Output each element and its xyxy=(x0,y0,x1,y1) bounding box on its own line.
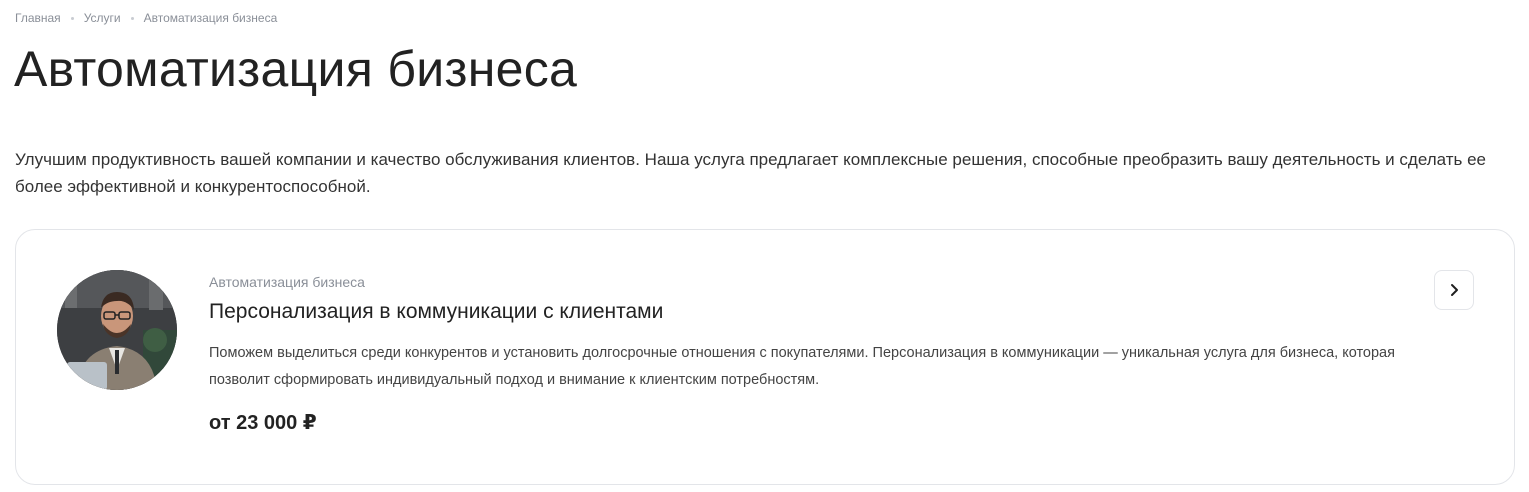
service-image xyxy=(57,270,177,390)
service-title[interactable]: Персонализация в коммуникации с клиентам… xyxy=(209,300,1439,324)
service-price: от 23 000 ₽ xyxy=(209,412,317,434)
service-category: Автоматизация бизнеса xyxy=(209,274,365,290)
page: Главная Услуги Автоматизация бизнеса Авт… xyxy=(0,0,1529,492)
breadcrumb-services[interactable]: Услуги xyxy=(84,11,121,25)
breadcrumb-separator xyxy=(130,16,134,20)
open-service-button[interactable] xyxy=(1434,270,1474,310)
breadcrumb: Главная Услуги Автоматизация бизнеса xyxy=(15,11,277,25)
breadcrumb-separator xyxy=(70,16,74,20)
chevron-right-icon xyxy=(1451,284,1458,296)
page-title: Автоматизация бизнеса xyxy=(14,41,578,97)
service-description: Поможем выделиться среди конкурентов и у… xyxy=(209,345,1395,388)
breadcrumb-current: Автоматизация бизнеса xyxy=(143,11,278,25)
page-intro: Улучшим продуктивность вашей компании и … xyxy=(15,150,1486,196)
businessman-photo xyxy=(57,270,177,390)
service-card[interactable]: Автоматизация бизнеса Персонализация в к… xyxy=(15,229,1515,485)
breadcrumb-home[interactable]: Главная xyxy=(15,11,61,25)
service-card-body: Автоматизация бизнеса Персонализация в к… xyxy=(209,274,1439,435)
